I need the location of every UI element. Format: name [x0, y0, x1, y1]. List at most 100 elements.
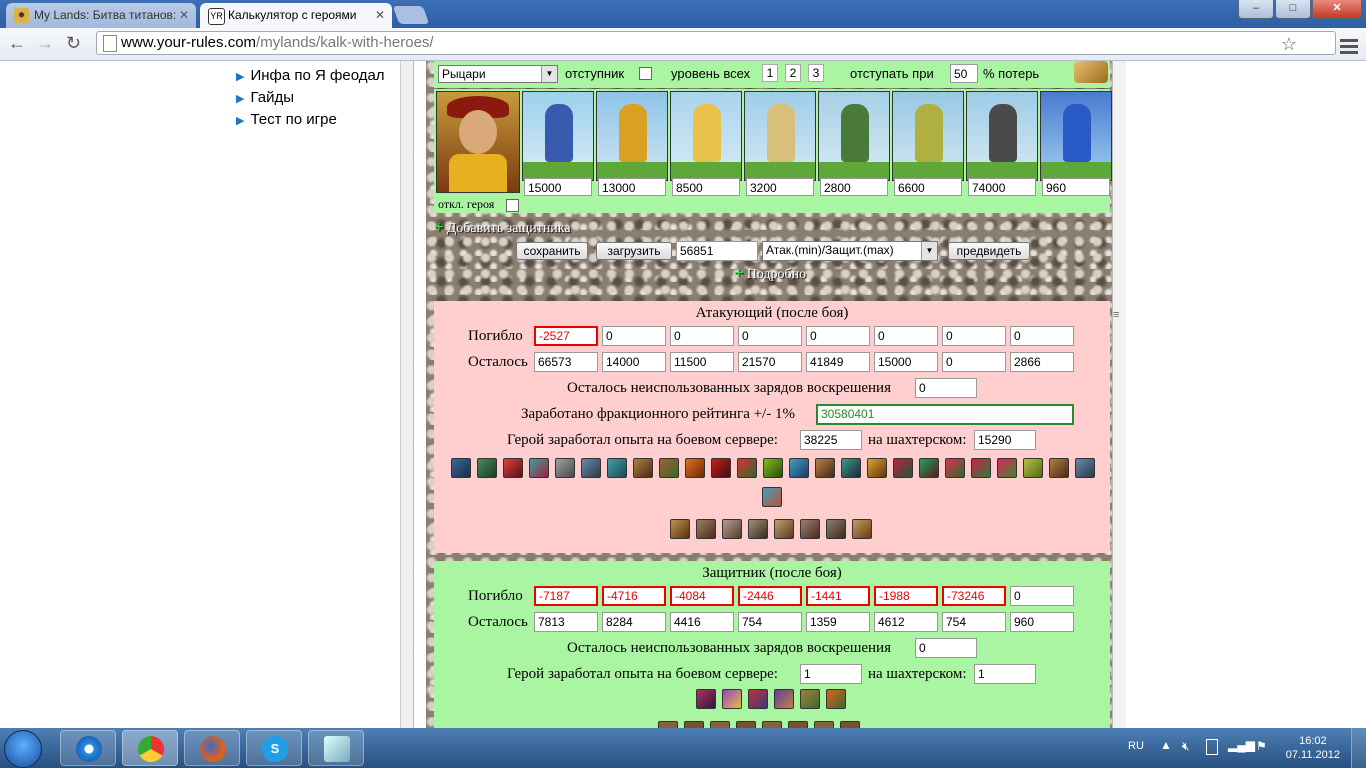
artifact-icon[interactable]	[814, 721, 834, 728]
defender-exp-input[interactable]: 1	[800, 664, 862, 684]
artifact-icon[interactable]	[788, 721, 808, 728]
faction-select[interactable]: Рыцари ▼	[438, 65, 558, 83]
save-button[interactable]: сохранить	[516, 242, 588, 260]
attacker-exp-input[interactable]: 38225	[800, 430, 862, 450]
close-tab-icon[interactable]: ✕	[179, 3, 189, 27]
buff-icon[interactable]	[1023, 458, 1043, 478]
buff-icon[interactable]	[722, 689, 742, 709]
unit-portrait-3[interactable]	[670, 91, 742, 181]
load-button[interactable]: загрузить	[596, 242, 672, 260]
level-3-button[interactable]: 3	[808, 64, 824, 82]
buff-icon[interactable]	[945, 458, 965, 478]
hero-portrait[interactable]	[436, 91, 520, 193]
attacker-mine-input[interactable]: 15290	[974, 430, 1036, 450]
castle-icon[interactable]	[633, 458, 653, 478]
network-signal-icon[interactable]: ▂▄▆	[1228, 738, 1255, 752]
shield-icon[interactable]	[748, 689, 768, 709]
attacker-left-input[interactable]: 0	[942, 352, 1006, 372]
buff-icon[interactable]	[919, 458, 939, 478]
defender-mine-input[interactable]: 1	[974, 664, 1036, 684]
artifact-icon[interactable]	[684, 721, 704, 728]
unit-count-input[interactable]: 74000	[968, 178, 1036, 196]
artifact-icon[interactable]	[658, 721, 678, 728]
attacker-died-input[interactable]: 0	[602, 326, 666, 346]
buff-icon[interactable]	[737, 458, 757, 478]
attacker-died-input[interactable]: 0	[1010, 326, 1074, 346]
predict-button[interactable]: предвидеть	[948, 242, 1030, 260]
defender-left-input[interactable]: 1359	[806, 612, 870, 632]
attacker-died-input[interactable]: 0	[874, 326, 938, 346]
taskbar-app-button[interactable]	[308, 730, 364, 766]
defender-left-input[interactable]: 754	[942, 612, 1006, 632]
unit-count-input[interactable]: 8500	[672, 178, 740, 196]
buff-icon[interactable]	[893, 458, 913, 478]
buff-icon[interactable]	[451, 458, 471, 478]
unit-count-input[interactable]: 6600	[894, 178, 962, 196]
artifact-icon[interactable]	[774, 519, 794, 539]
attacker-left-input[interactable]: 14000	[602, 352, 666, 372]
buff-icon[interactable]	[477, 458, 497, 478]
defender-left-input[interactable]: 960	[1010, 612, 1074, 632]
sidenav-item-guides[interactable]: ▶ Гайды	[236, 87, 385, 109]
tab-mylands[interactable]: ✹ My Lands: Битва титанов: ✕	[6, 3, 196, 28]
buff-icon[interactable]	[815, 458, 835, 478]
defender-died-input[interactable]: -2446	[738, 586, 802, 606]
attacker-left-input[interactable]: 15000	[874, 352, 938, 372]
sidenav-item-test[interactable]: ▶ Тест по игре	[236, 109, 385, 131]
unit-portrait-8[interactable]	[1040, 91, 1112, 181]
defender-died-input[interactable]: -7187	[534, 586, 598, 606]
taskbar-ie-button[interactable]	[60, 730, 116, 766]
attacker-died-input[interactable]: 0	[738, 326, 802, 346]
shield-icon[interactable]	[1075, 458, 1095, 478]
splitter-handle-icon[interactable]: ≡	[1113, 309, 1119, 321]
attacker-left-input[interactable]: 11500	[670, 352, 734, 372]
back-arrow-icon[interactable]: ←	[8, 33, 26, 54]
buff-icon[interactable]	[529, 458, 549, 478]
defender-left-input[interactable]: 4416	[670, 612, 734, 632]
close-window-button[interactable]: ✕	[1312, 0, 1362, 19]
mode-select[interactable]: Атак.(min)/Защит.(max) ▼	[762, 241, 938, 261]
unit-count-input[interactable]: 960	[1042, 178, 1110, 196]
unit-portrait-2[interactable]	[596, 91, 668, 181]
hammer-icon[interactable]	[800, 519, 820, 539]
defender-left-input[interactable]: 8284	[602, 612, 666, 632]
unit-portrait-1[interactable]	[522, 91, 594, 181]
flag-icon[interactable]: ⚑	[1256, 739, 1267, 753]
buff-icon[interactable]	[711, 458, 731, 478]
buff-icon[interactable]	[555, 458, 575, 478]
add-defender-link[interactable]: + Добавить защитника	[434, 217, 571, 237]
device-icon[interactable]	[1206, 739, 1218, 755]
belt-icon[interactable]	[696, 519, 716, 539]
address-bar[interactable]: www.your-rules.com/mylands/kalk-with-her…	[96, 31, 1336, 55]
language-indicator[interactable]: RU	[1128, 740, 1144, 752]
artifact-icon[interactable]	[840, 721, 860, 728]
shield-icon[interactable]	[581, 458, 601, 478]
heart-icon[interactable]	[503, 458, 523, 478]
attacker-died-input[interactable]: 0	[942, 326, 1006, 346]
ring-icon[interactable]	[748, 519, 768, 539]
tray-arrow-icon[interactable]: ▲	[1160, 738, 1172, 752]
sword-icon[interactable]	[789, 458, 809, 478]
attacker-left-input[interactable]: 2866	[1010, 352, 1074, 372]
attacker-died-input[interactable]: -2527	[534, 326, 598, 346]
reload-icon[interactable]: ↻	[66, 33, 81, 54]
taskbar-clock[interactable]: 16:02 07.11.2012	[1286, 734, 1340, 762]
attacker-left-input[interactable]: 21570	[738, 352, 802, 372]
buff-icon[interactable]	[774, 689, 794, 709]
unit-count-input[interactable]: 13000	[598, 178, 666, 196]
broom-clear-icon[interactable]	[1074, 61, 1108, 83]
defender-resurrect-input[interactable]: 0	[915, 638, 977, 658]
minimize-button[interactable]: –	[1238, 0, 1274, 19]
show-desktop-button[interactable]	[1351, 728, 1366, 768]
unit-portrait-5[interactable]	[818, 91, 890, 181]
buff-icon[interactable]	[841, 458, 861, 478]
frame-splitter[interactable]	[1112, 61, 1127, 728]
deserter-checkbox[interactable]	[639, 67, 652, 80]
defender-left-input[interactable]: 4612	[874, 612, 938, 632]
artifact-icon[interactable]	[736, 721, 756, 728]
unit-count-input[interactable]: 3200	[746, 178, 814, 196]
details-link[interactable]: + Подробно	[734, 263, 806, 283]
buff-icon[interactable]	[997, 458, 1017, 478]
new-tab-button[interactable]	[392, 6, 430, 24]
castle-icon[interactable]	[800, 689, 820, 709]
